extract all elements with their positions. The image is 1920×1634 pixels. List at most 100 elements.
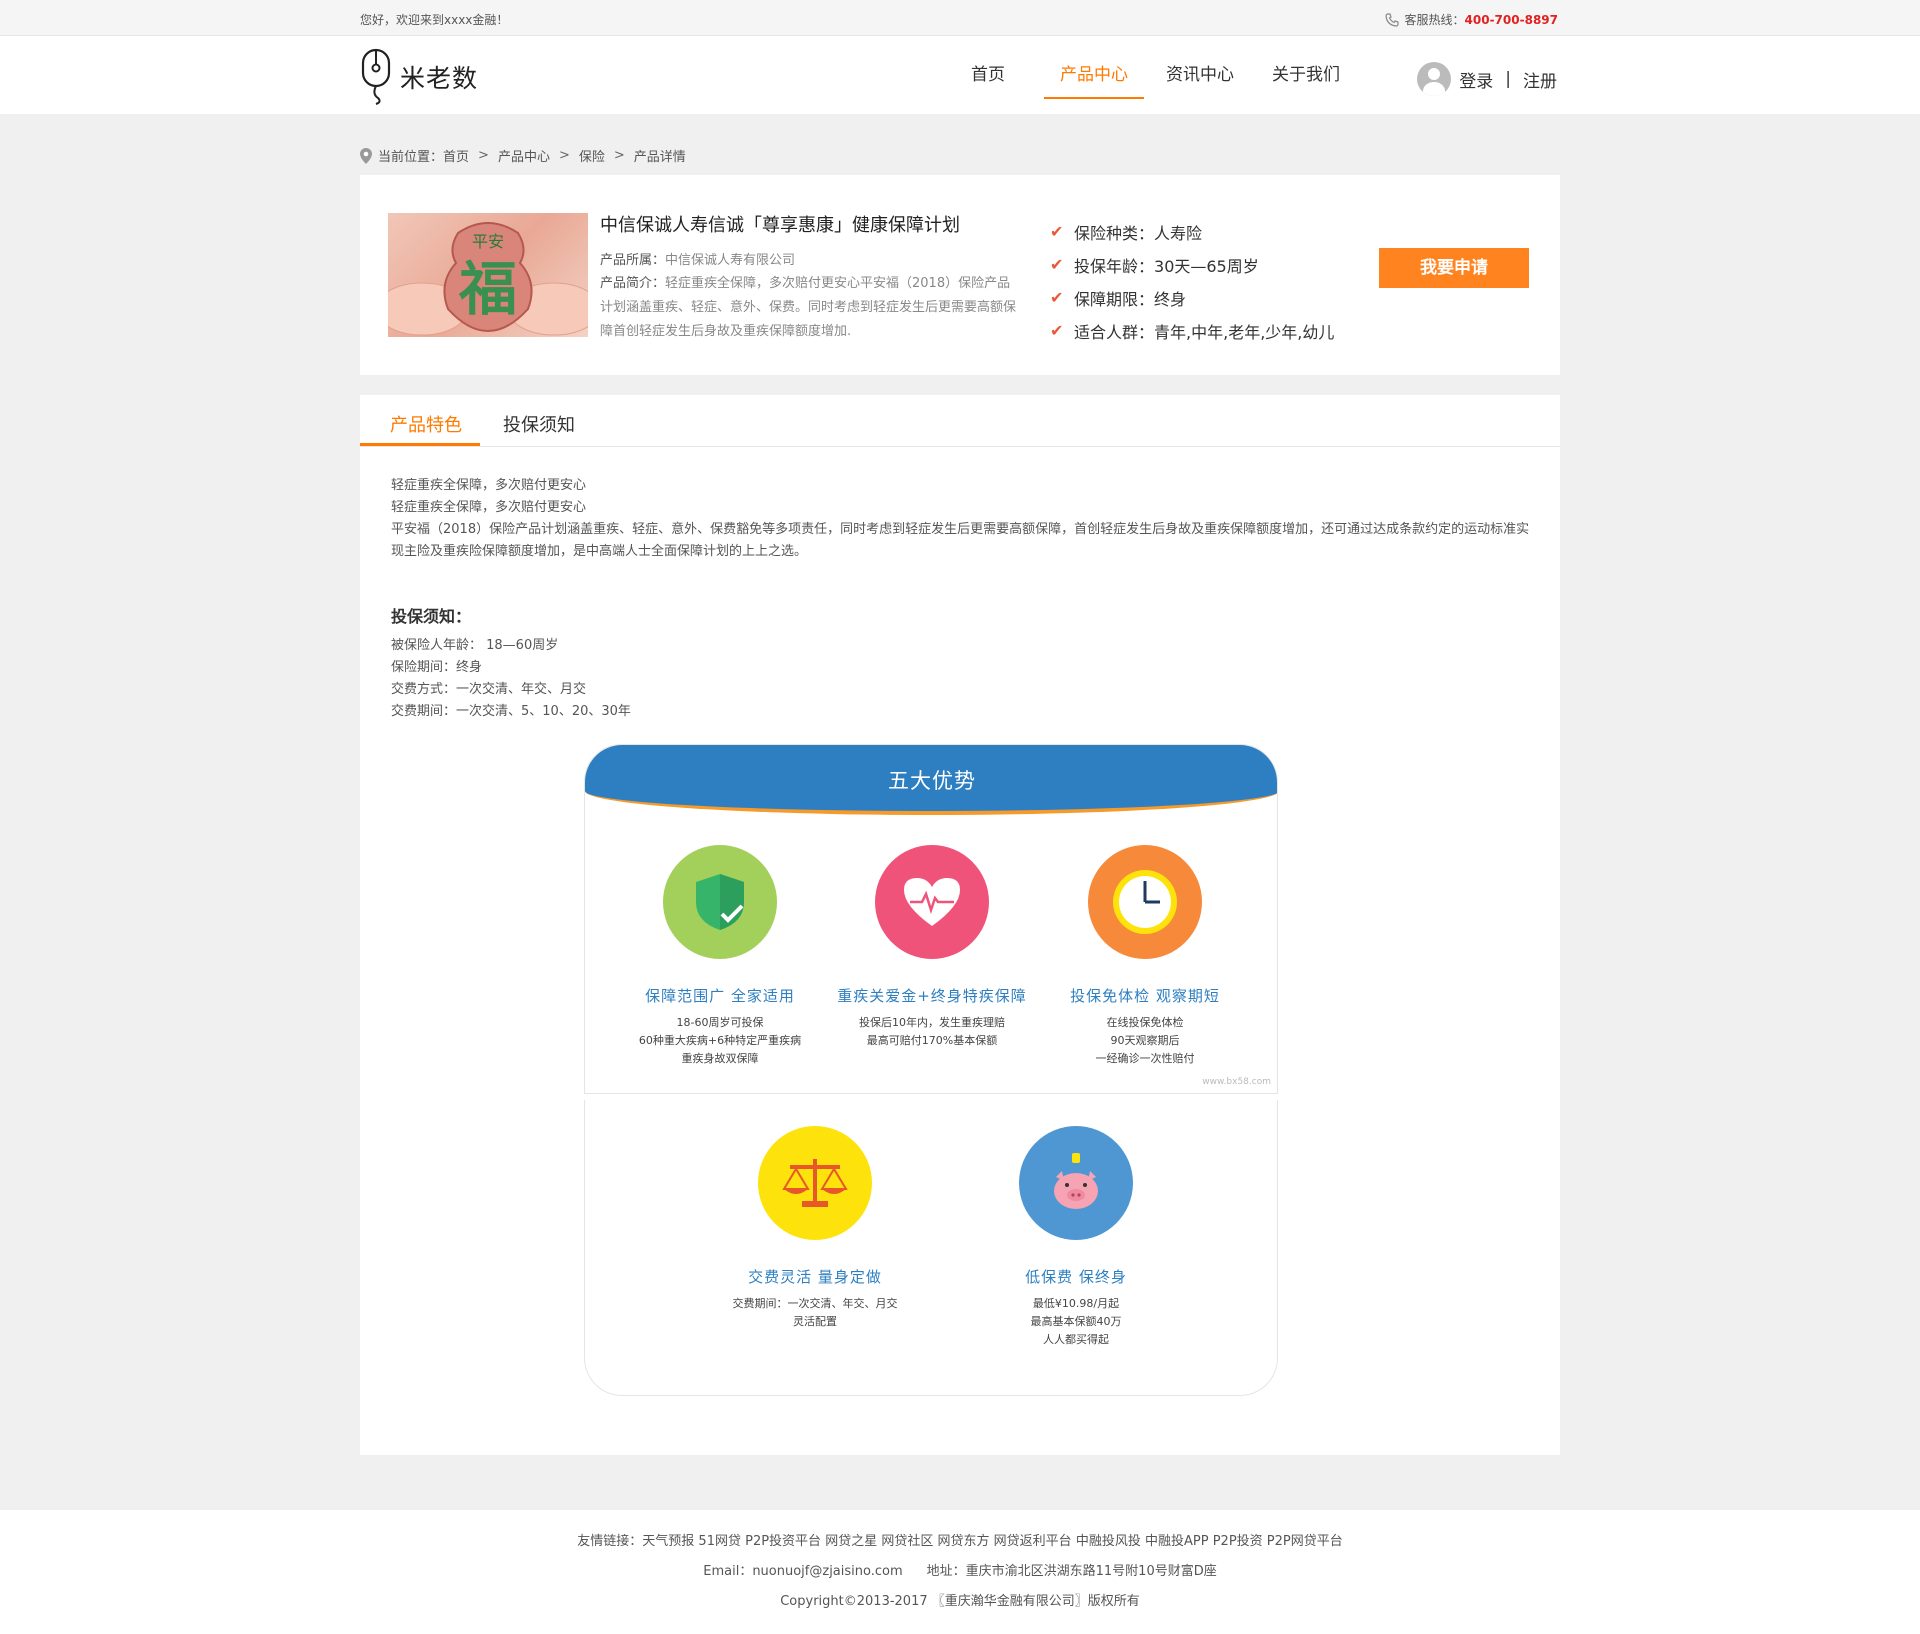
desc-line: 最高可赔付170%基本保额: [866, 1034, 998, 1047]
piggy-bank-icon: [1019, 1126, 1133, 1240]
advantages-infographic: 五大优势 保障范围广 全家适用 18-60周岁可投保 60种重大疾病+6种特定严…: [584, 744, 1278, 1396]
tab-notice[interactable]: 投保须知: [503, 411, 575, 437]
breadcrumb-insurance[interactable]: 保险: [579, 146, 605, 165]
logo-text: 米老数: [400, 64, 479, 93]
attr-value: 青年,中年,老年,少年,幼儿: [1154, 322, 1335, 342]
nav-news[interactable]: 资讯中心: [1147, 60, 1253, 100]
clock-icon: [1088, 845, 1202, 959]
attr-label: 保障期限：: [1074, 289, 1155, 309]
check-icon: ✔: [1050, 222, 1064, 241]
top-bar: 您好，欢迎来到xxxx金融！ 客服热线： 400-700-8897: [0, 0, 1920, 36]
footer-link[interactable]: 网贷之星: [825, 1534, 877, 1549]
attr-audience: ✔ 适合人群： 青年,中年,老年,少年,幼儿: [1050, 314, 1334, 347]
breadcrumb: 当前位置： 首页 > 产品中心 > 保险 > 产品详情: [360, 146, 686, 165]
advantage-name: 低保费 保终身: [1025, 1268, 1127, 1286]
desc-line: 投保后10年内，发生重疾理赔: [859, 1016, 1005, 1029]
breadcrumb-label: 当前位置：: [378, 150, 444, 165]
check-icon: ✔: [1050, 288, 1064, 307]
advantage-desc: 最低¥10.98/月起 最高基本保额40万 人人都买得起: [961, 1295, 1191, 1349]
product-attributes: ✔ 保险种类： 人寿险 ✔ 投保年龄： 30天—65周岁 ✔ 保障期限： 终身 ✔ 适合人群…: [1050, 215, 1334, 347]
location-pin-icon: [360, 147, 372, 164]
phone-icon: [1384, 12, 1399, 27]
breadcrumb-products[interactable]: 产品中心: [498, 146, 550, 165]
watermark: www.bx58.com: [1202, 1077, 1271, 1087]
advantage-desc: 在线投保免体检 90天观察期后 一经确诊一次性赔付: [1030, 1014, 1260, 1068]
links-label: 友情链接：: [577, 1534, 643, 1549]
site-logo[interactable]: 米老数: [360, 48, 478, 106]
breadcrumb-sep: >: [613, 148, 625, 163]
feature-text: 轻症重疾全保障，多次赔付更安心 轻症重疾全保障，多次赔付更安心 平安福（2018…: [391, 475, 1531, 563]
attr-term: ✔ 保障期限： 终身: [1050, 281, 1334, 314]
attr-value: 30天—65周岁: [1154, 256, 1259, 276]
footer-contact: Email：nuonuojf@zjaisino.com 地址：重庆市渝北区洪湖东路…: [0, 1557, 1920, 1587]
desc-line: 最低¥10.98/月起: [1032, 1297, 1120, 1310]
nav-home[interactable]: 首页: [935, 60, 1041, 100]
shield-icon: [663, 845, 777, 959]
main-nav: 首页 产品中心 资讯中心 关于我们: [935, 60, 1359, 100]
product-title: 中信保诚人寿信诚「尊享惠康」健康保障计划: [600, 215, 960, 236]
image-text-top: 平安: [472, 232, 504, 251]
site-header: 米老数 首页 产品中心 资讯中心 关于我们 登录 | 注册: [0, 36, 1920, 114]
auth-area: 登录 | 注册: [1417, 62, 1557, 96]
advantage-name: 交费灵活 量身定做: [748, 1268, 882, 1286]
notice-item: 保险期间：终身: [391, 660, 483, 675]
notice-item: 被保险人年龄： 18—60周岁: [391, 638, 559, 653]
desc-line: 交费期间：一次交清、年交、月交: [732, 1297, 898, 1310]
advantage-item: 重疾关爱金+终身特疾保障 投保后10年内，发生重疾理赔 最高可赔付170%基本保…: [817, 845, 1047, 1050]
attr-type: ✔ 保险种类： 人寿险: [1050, 215, 1334, 248]
footer-link[interactable]: 51网贷: [698, 1534, 741, 1549]
login-link[interactable]: 登录: [1459, 67, 1493, 92]
detail-tabs: 产品特色 投保须知: [360, 395, 1560, 447]
breadcrumb-sep: >: [558, 148, 570, 163]
check-icon: ✔: [1050, 321, 1064, 340]
attr-value: 人寿险: [1154, 223, 1203, 243]
footer-address: 地址：重庆市渝北区洪湖东路11号附10号财富D座: [926, 1564, 1217, 1579]
advantage-item: 投保免体检 观察期短 在线投保免体检 90天观察期后 一经确诊一次性赔付: [1030, 845, 1260, 1068]
feature-paragraph: 平安福（2018）保险产品计划涵盖重疾、轻症、意外、保费豁免等多项责任，同时考虑…: [391, 522, 1530, 559]
breadcrumb-home[interactable]: 首页: [443, 146, 469, 165]
footer-link[interactable]: P2P网贷平台: [1267, 1534, 1343, 1549]
feature-line: 轻症重疾全保障，多次赔付更安心: [391, 478, 587, 493]
heart-icon: [875, 845, 989, 959]
breadcrumb-sep: >: [478, 148, 489, 163]
footer-link[interactable]: P2P投资: [1213, 1534, 1263, 1549]
footer-link[interactable]: 网贷东方: [938, 1534, 990, 1549]
footer-link[interactable]: 中融投风投: [1076, 1534, 1141, 1549]
desc-line: 18-60周岁可投保: [676, 1016, 764, 1029]
mouse-logo-icon: [361, 48, 391, 105]
advantage-name: 重疾关爱金+终身特疾保障: [837, 987, 1027, 1005]
hotline: 客服热线： 400-700-8897: [1384, 11, 1558, 28]
advantages-panel-top: 五大优势 保障范围广 全家适用 18-60周岁可投保 60种重大疾病+6种特定严…: [584, 744, 1278, 1094]
desc-line: 人人都买得起: [1043, 1333, 1109, 1346]
avatar[interactable]: [1417, 62, 1452, 96]
desc-line: 重疾身故双保障: [681, 1052, 759, 1065]
nav-products[interactable]: 产品中心: [1041, 60, 1147, 100]
product-owner: 产品所属：中信保诚人寿有限公司: [600, 249, 795, 268]
desc-line: 一经确诊一次性赔付: [1095, 1052, 1195, 1065]
desc-line: 90天观察期后: [1110, 1034, 1180, 1047]
footer-link[interactable]: 网贷社区: [881, 1534, 933, 1549]
tab-active-underline: [360, 443, 480, 446]
product-card: 平安 福 中信保诚人寿信诚「尊享惠康」健康保障计划 产品所属：中信保诚人寿有限公…: [360, 175, 1560, 375]
register-link[interactable]: 注册: [1523, 67, 1557, 92]
footer-link[interactable]: 网贷返利平台: [994, 1534, 1072, 1549]
apply-button[interactable]: 我要申请: [1379, 248, 1529, 288]
owner-value: 中信保诚人寿有限公司: [665, 253, 796, 268]
advantage-name: 保障范围广 全家适用: [645, 987, 795, 1005]
tab-features[interactable]: 产品特色: [390, 411, 462, 437]
breadcrumb-detail: 产品详情: [633, 150, 686, 165]
welcome-text: 您好，欢迎来到xxxx金融！: [360, 13, 509, 27]
attr-label: 适合人群：: [1074, 322, 1155, 342]
feature-line: 轻症重疾全保障，多次赔付更安心: [391, 500, 587, 515]
footer-link[interactable]: P2P投资平台: [745, 1534, 821, 1549]
nav-about[interactable]: 关于我们: [1253, 60, 1359, 100]
site-footer: 友情链接：天气预报 51网贷 P2P投资平台 网贷之星 网贷社区 网贷东方 网贷…: [0, 1510, 1920, 1634]
footer-link[interactable]: 中融投APP: [1145, 1534, 1209, 1549]
footer-link[interactable]: 天气预报: [642, 1534, 694, 1549]
advantage-desc: 18-60周岁可投保 60种重大疾病+6种特定严重疾病 重疾身故双保障: [605, 1014, 835, 1068]
hotline-number[interactable]: 400-700-8897: [1465, 13, 1558, 27]
advantage-desc: 投保后10年内，发生重疾理赔 最高可赔付170%基本保额: [817, 1014, 1047, 1050]
product-intro: 产品简介：轻症重疾全保障，多次赔付更安心平安福（2018）保险产品计划涵盖重疾、…: [600, 272, 1020, 344]
attr-value: 终身: [1154, 289, 1187, 309]
attr-label: 投保年龄：: [1074, 256, 1155, 276]
